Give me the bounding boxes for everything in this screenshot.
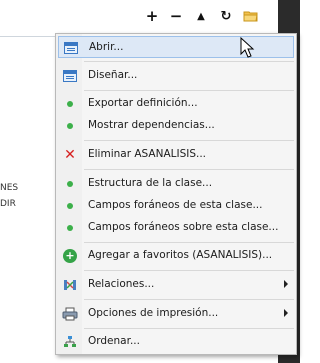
submenu-arrow-icon <box>284 309 288 317</box>
menu-item-campos-foraneos-de[interactable]: Campos foráneos de esta clase... <box>58 195 294 217</box>
menu-item-eliminar[interactable]: ✕ Eliminar ASANALISIS... <box>58 144 294 166</box>
menu-item-label: Opciones de impresión... <box>88 307 219 319</box>
menu-item-label: Diseñar... <box>88 69 138 81</box>
folder-icon[interactable] <box>243 8 259 24</box>
printer-icon <box>62 306 78 322</box>
menu-item-disenar[interactable]: Diseñar... <box>58 65 294 87</box>
menu-item-label: Agregar a favoritos (ASANALISIS)... <box>88 249 273 261</box>
menu-item-label: Relaciones... <box>88 278 155 290</box>
menu-item-campos-foraneos-sobre[interactable]: Campos foráneos sobre esta clase... <box>58 217 294 239</box>
window-icon <box>62 68 78 84</box>
menu-separator <box>84 169 294 170</box>
relations-icon <box>62 277 78 293</box>
menu-separator <box>84 242 294 243</box>
list-item[interactable]: DIR <box>0 199 60 213</box>
green-dot-icon <box>62 96 78 112</box>
delete-x-icon: ✕ <box>64 147 76 163</box>
green-dot-icon <box>62 118 78 134</box>
menu-separator <box>84 299 294 300</box>
menu-separator <box>84 61 294 62</box>
toolbar: + − ▲ ↻ <box>0 0 300 30</box>
menu-item-estructura[interactable]: Estructura de la clase... <box>58 173 294 195</box>
menu-item-label: Estructura de la clase... <box>88 177 213 189</box>
menu-separator <box>84 270 294 271</box>
menu-item-label: Mostrar dependencias... <box>88 119 215 131</box>
menu-item-abrir[interactable]: Abrir... <box>58 36 294 58</box>
menu-separator <box>84 90 294 91</box>
add-button[interactable]: + <box>144 7 160 25</box>
move-up-button[interactable]: ▲ <box>193 8 209 24</box>
menu-item-label: Campos foráneos sobre esta clase... <box>88 221 279 233</box>
menu-item-relaciones[interactable]: Relaciones... <box>58 274 294 296</box>
submenu-arrow-icon <box>284 280 288 288</box>
green-dot-icon <box>62 198 78 214</box>
green-dot-icon <box>62 176 78 192</box>
menu-separator <box>84 140 294 141</box>
context-menu: Abrir... Diseñar... Exportar definición.… <box>55 33 297 355</box>
menu-item-label: Ordenar... <box>88 335 140 347</box>
menu-item-label: Exportar definición... <box>88 97 198 109</box>
tree-icon <box>62 334 78 350</box>
mouse-cursor-icon <box>240 37 255 58</box>
menu-item-label: Abrir... <box>89 41 124 53</box>
menu-item-ordenar[interactable]: Ordenar... <box>58 331 294 353</box>
window-icon <box>63 40 79 56</box>
green-dot-icon <box>62 220 78 236</box>
remove-button[interactable]: − <box>168 7 184 25</box>
add-favorite-icon: + <box>62 248 78 264</box>
menu-item-mostrar-dependencias[interactable]: Mostrar dependencias... <box>58 115 294 137</box>
menu-separator <box>84 328 294 329</box>
menu-item-label: Campos foráneos de esta clase... <box>88 199 263 211</box>
menu-item-label: Eliminar ASANALISIS... <box>88 148 207 160</box>
refresh-button[interactable]: ↻ <box>218 8 234 24</box>
menu-item-exportar[interactable]: Exportar definición... <box>58 93 294 115</box>
menu-item-opciones-impresion[interactable]: Opciones de impresión... <box>58 303 294 325</box>
list-item[interactable]: NES <box>0 183 60 197</box>
menu-item-agregar-favoritos[interactable]: + Agregar a favoritos (ASANALISIS)... <box>58 245 294 267</box>
